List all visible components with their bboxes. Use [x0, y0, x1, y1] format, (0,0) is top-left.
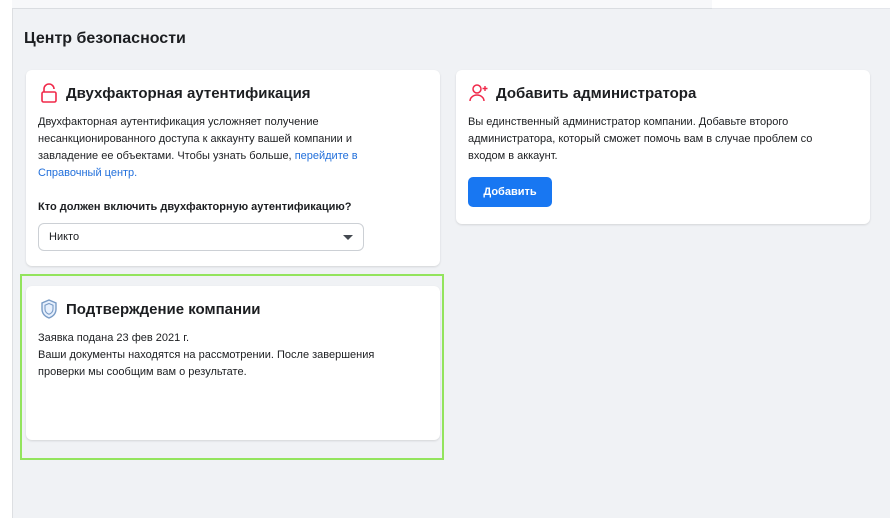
add-user-icon [468, 82, 490, 104]
verification-header: Подтверждение компании [38, 298, 428, 320]
business-verification-card: Подтверждение компании Заявка подана 23 … [26, 286, 440, 440]
lock-icon [38, 82, 60, 104]
verification-text: Заявка подана 23 фев 2021 г. Ваши докуме… [38, 330, 398, 381]
two-factor-question: Кто должен включить двухфакторную аутент… [38, 201, 352, 213]
two-factor-select[interactable]: Никто [38, 223, 364, 251]
shield-icon [38, 298, 60, 320]
verification-status-line: Ваши документы находятся на рассмотрении… [38, 349, 375, 378]
top-bar [12, 0, 890, 9]
two-factor-header: Двухфакторная аутентификация [38, 82, 428, 104]
add-admin-header: Добавить администратора [468, 82, 858, 104]
two-factor-description: Двухфакторная аутентификация усложняет п… [38, 114, 388, 182]
select-value: Никто [49, 231, 80, 243]
two-factor-title: Двухфакторная аутентификация [66, 84, 311, 102]
verification-title: Подтверждение компании [66, 300, 261, 318]
add-admin-card: Добавить администратора Вы единственный … [456, 70, 870, 224]
verification-submitted-line: Заявка подана 23 фев 2021 г. [38, 332, 190, 344]
page-title: Центр безопасности [24, 30, 186, 47]
add-admin-button[interactable]: Добавить [468, 177, 552, 207]
add-admin-description: Вы единственный администратор компании. … [468, 116, 813, 162]
two-factor-card: Двухфакторная аутентификация Двухфакторн… [26, 70, 440, 266]
add-admin-title: Добавить администратора [496, 84, 697, 102]
caret-down-icon [343, 234, 353, 240]
top-search-strip [12, 0, 712, 9]
left-rail [0, 0, 13, 518]
